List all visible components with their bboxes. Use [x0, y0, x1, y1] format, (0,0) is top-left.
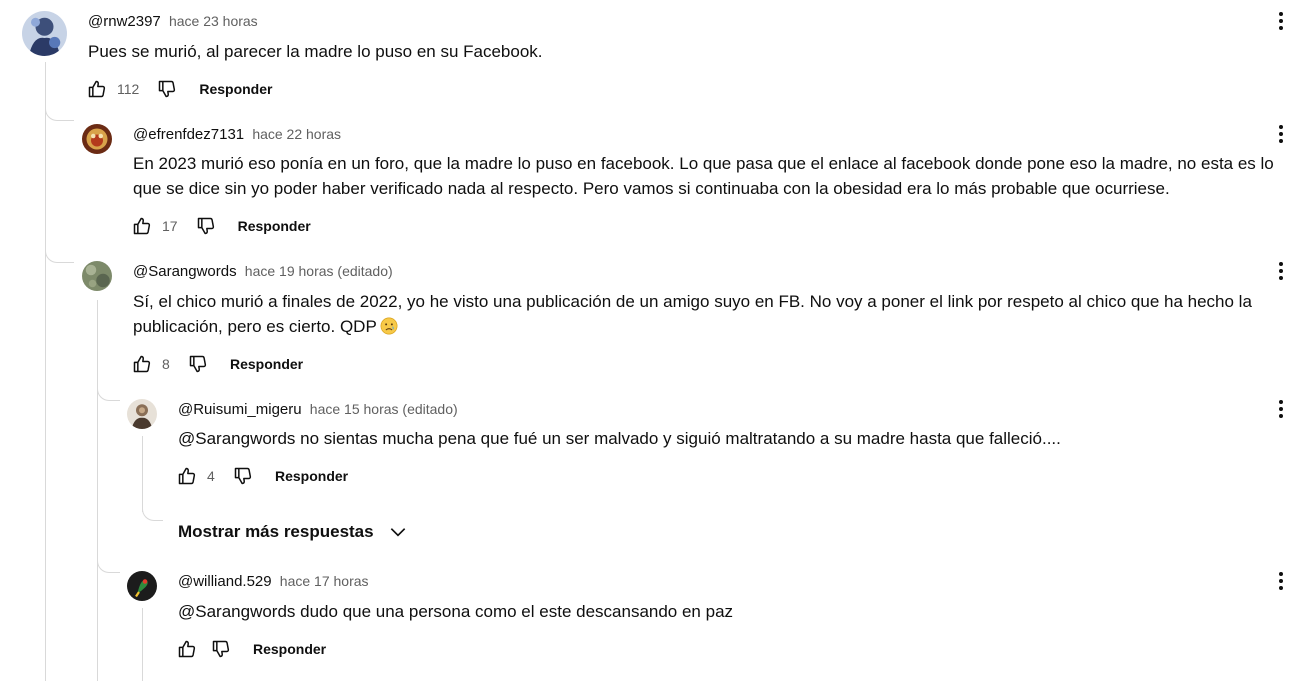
comment-text: En 2023 murió eso ponía en un foro, que … [133, 154, 1274, 198]
thumbs-down-icon[interactable] [231, 464, 255, 488]
thread-connector [97, 378, 120, 401]
thread-connector [97, 550, 120, 573]
comment-actions: 4 Responder [175, 464, 348, 488]
like-count: 17 [162, 218, 178, 234]
crying-face-emoji [380, 317, 398, 335]
thumbs-up-icon[interactable] [175, 464, 199, 488]
thread-connector [45, 100, 74, 121]
more-vert-icon[interactable] [1273, 7, 1289, 35]
reply-button[interactable]: Responder [199, 81, 272, 97]
comment-header: @Ruisumi_migeru hace 15 horas (editado) [178, 399, 458, 420]
reply-button[interactable]: Responder [238, 218, 311, 234]
like-count: 112 [117, 81, 140, 97]
user-avatar[interactable] [127, 399, 157, 429]
author-name[interactable]: @rnw2397 [88, 13, 161, 30]
thread-connector [45, 240, 74, 263]
comment-text: @Sarangwords dudo que una persona como e… [178, 602, 734, 621]
user-avatar[interactable] [22, 11, 67, 56]
thumbs-down-icon[interactable] [209, 637, 233, 661]
comment-text: Pues se murió, al parecer la madre lo pu… [88, 42, 543, 61]
reply-button[interactable]: Responder [230, 356, 303, 372]
user-avatar[interactable] [82, 261, 112, 291]
comments-section: @rnw2397 hace 23 horas Pues se murió, al… [0, 0, 1299, 681]
author-name[interactable]: @Sarangwords [133, 263, 237, 280]
author-name[interactable]: @efrenfdez7131 [133, 126, 244, 143]
thread-line [97, 300, 98, 681]
more-vert-icon[interactable] [1273, 567, 1289, 595]
author-name[interactable]: @Ruisumi_migeru [178, 401, 302, 418]
author-name[interactable]: @williand.529 [178, 573, 272, 590]
comment-header: @williand.529 hace 17 horas [178, 571, 369, 592]
timestamp[interactable]: hace 17 horas [280, 573, 369, 589]
comment-text: @Sarangwords no sientas mucha pena que f… [178, 429, 1061, 448]
comment-header: @efrenfdez7131 hace 22 horas [133, 124, 341, 145]
comment-header: @Sarangwords hace 19 horas (editado) [133, 261, 393, 282]
show-more-replies-button[interactable]: Mostrar más respuestas [178, 522, 408, 542]
reply-button[interactable]: Responder [275, 468, 348, 484]
thumbs-down-icon[interactable] [155, 77, 179, 101]
thread-line [45, 62, 46, 681]
thread-connector [142, 508, 163, 521]
like-count: 4 [207, 468, 215, 484]
thumbs-up-icon[interactable] [130, 214, 154, 238]
like-count: 8 [162, 356, 170, 372]
comment-text: Sí, el chico murió a finales de 2022, yo… [133, 289, 1283, 339]
timestamp[interactable]: hace 23 horas [169, 13, 258, 29]
thumbs-down-icon[interactable] [186, 352, 210, 376]
thread-line [142, 608, 143, 681]
user-avatar[interactable] [82, 124, 112, 154]
comment-actions: 8 Responder [130, 352, 303, 376]
thread-line [142, 436, 143, 512]
comment-header: @rnw2397 hace 23 horas [88, 11, 258, 32]
comment-actions: Responder [175, 637, 326, 661]
timestamp[interactable]: hace 15 horas (editado) [310, 401, 458, 417]
user-avatar[interactable] [127, 571, 157, 601]
show-more-replies-label: Mostrar más respuestas [178, 522, 374, 541]
timestamp[interactable]: hace 19 horas (editado) [245, 263, 393, 279]
thumbs-up-icon[interactable] [175, 637, 199, 661]
reply-button[interactable]: Responder [253, 641, 326, 657]
comment-actions: 112 Responder [85, 77, 272, 101]
thumbs-down-icon[interactable] [194, 214, 218, 238]
timestamp[interactable]: hace 22 horas [252, 126, 341, 142]
chevron-down-icon [388, 522, 408, 542]
more-vert-icon[interactable] [1273, 120, 1289, 148]
thumbs-up-icon[interactable] [130, 352, 154, 376]
more-vert-icon[interactable] [1273, 395, 1289, 423]
more-vert-icon[interactable] [1273, 257, 1289, 285]
comment-actions: 17 Responder [130, 214, 311, 238]
comment-text-content: Sí, el chico murió a finales de 2022, yo… [133, 292, 1252, 336]
thumbs-up-icon[interactable] [85, 77, 109, 101]
